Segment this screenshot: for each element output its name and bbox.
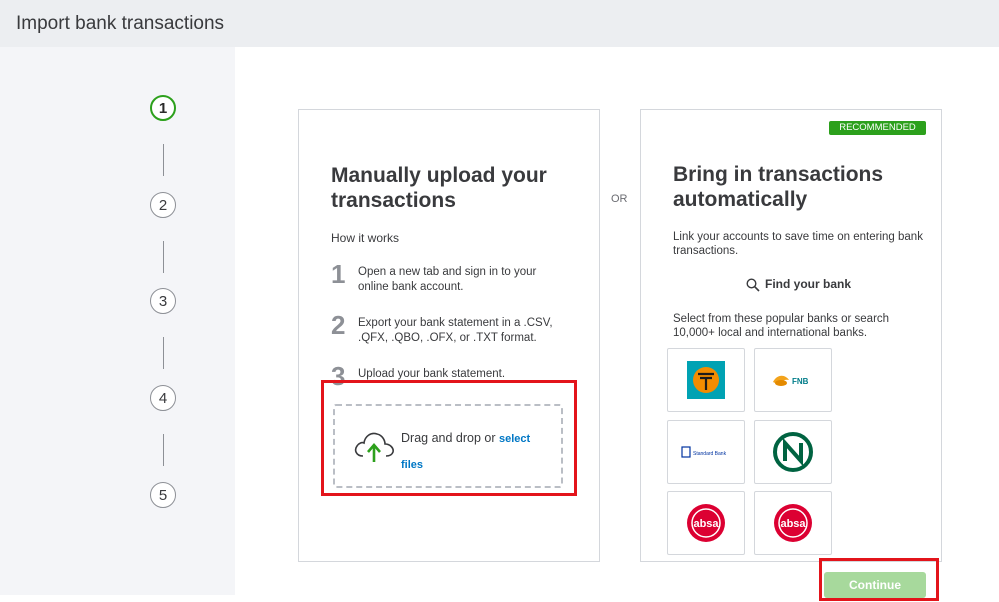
highlight-box [321, 380, 577, 496]
svg-text:FNB: FNB [792, 377, 809, 386]
auto-connect-card: RECOMMENDED Bring in transactions automa… [640, 109, 942, 562]
how-it-works-label: How it works [331, 231, 400, 245]
bank-tile-nedbank[interactable] [754, 420, 832, 484]
step-connector [163, 144, 164, 176]
page-header: Import bank transactions [0, 0, 999, 47]
absa-logo: absa [687, 504, 725, 542]
capitec-logo [687, 361, 725, 399]
standard-bank-logo: Standard Bank [681, 446, 727, 458]
absa-logo: absa [774, 504, 812, 542]
instruction-text: Export your bank statement in a .CSV, .QF… [358, 317, 553, 344]
stepper: 1 2 3 4 5 [0, 47, 235, 595]
instruction-number: 1 [331, 259, 346, 289]
manual-upload-title: Manually upload your transactions [331, 164, 547, 212]
recommended-badge: RECOMMENDED [829, 121, 926, 135]
fnb-logo: FNB [773, 375, 809, 386]
find-bank-link[interactable]: Find your bank [765, 277, 851, 291]
bank-tile-absa[interactable]: absa [667, 491, 745, 555]
svg-text:Standard Bank: Standard Bank [693, 451, 727, 457]
or-separator: OR [611, 193, 628, 205]
step-connector [163, 434, 164, 466]
step-3[interactable]: 3 [150, 288, 176, 314]
bank-tile-standard-bank[interactable]: Standard Bank [667, 420, 745, 484]
page-title: Import bank transactions [16, 13, 225, 34]
step-5[interactable]: 5 [150, 482, 176, 508]
link-accounts-text: Link your accounts to save time on enter… [673, 231, 923, 257]
step-connector [163, 337, 164, 369]
svg-text:absa: absa [693, 518, 719, 530]
popular-banks-text: Select from these popular banks or searc… [673, 313, 890, 339]
highlight-box [819, 558, 939, 601]
auto-connect-title: Bring in transactions automatically [673, 163, 884, 211]
search-icon[interactable] [746, 278, 760, 292]
nedbank-logo [773, 432, 813, 472]
step-4[interactable]: 4 [150, 385, 176, 411]
bank-tile-capitec[interactable] [667, 348, 745, 412]
instruction-text: Open a new tab and sign in to your online… [358, 266, 537, 293]
svg-text:absa: absa [780, 518, 806, 530]
step-connector [163, 241, 164, 273]
step-1[interactable]: 1 [150, 95, 176, 121]
bank-tile-absa[interactable]: absa [754, 491, 832, 555]
instruction-number: 2 [331, 310, 346, 340]
step-2[interactable]: 2 [150, 192, 176, 218]
bank-tile-fnb[interactable]: FNB [754, 348, 832, 412]
